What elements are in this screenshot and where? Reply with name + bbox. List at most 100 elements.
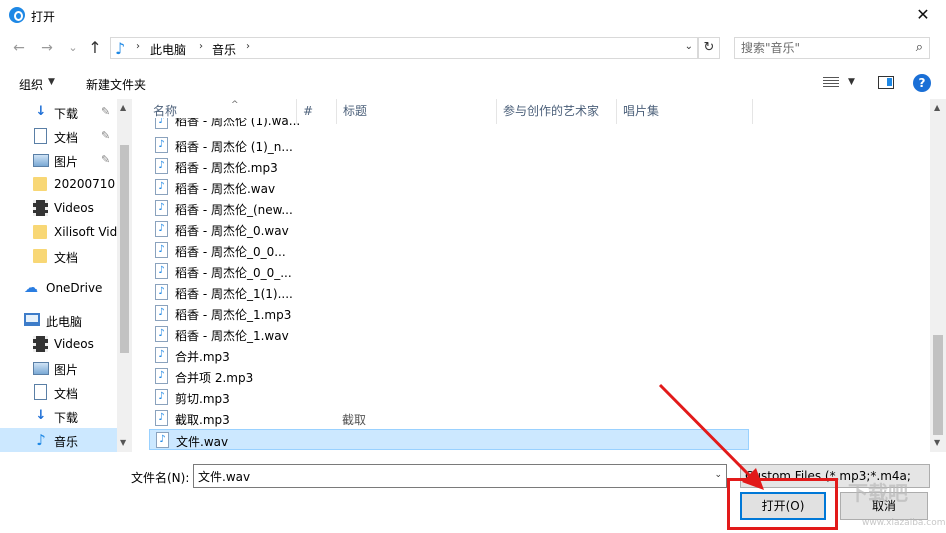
help-icon[interactable]: ?: [913, 74, 931, 92]
file-type-select[interactable]: Custom Files (*.mp3;*.m4a;*.wav) ⌄: [740, 464, 930, 488]
search-box[interactable]: ⌕: [734, 37, 930, 59]
file-row[interactable]: ♪ 合并项 2.mp3: [149, 366, 749, 387]
scrollbar-thumb[interactable]: [933, 335, 943, 435]
breadcrumb-music[interactable]: 音乐: [212, 41, 236, 58]
forward-arrow-icon[interactable]: →: [38, 38, 56, 58]
chevron-down-icon[interactable]: ⌄: [685, 41, 693, 52]
file-name: 稻香 - 周杰伦_0_0...: [175, 245, 286, 259]
sidebar-item-folder-20200710[interactable]: 20200710: [0, 172, 117, 196]
sidebar-item-pictures[interactable]: 图片 ✎: [0, 148, 117, 172]
search-input[interactable]: [735, 38, 905, 58]
pin-icon[interactable]: ✎: [101, 153, 110, 166]
sidebar-item-this-pc[interactable]: 此电脑: [0, 308, 117, 332]
file-row[interactable]: ♪ 稻香 - 周杰伦_1(1)....: [149, 282, 749, 303]
sidebar-item-docs-folder[interactable]: 文档: [0, 244, 117, 268]
audio-file-icon: ♪: [155, 347, 168, 363]
file-title: 截取: [342, 413, 367, 427]
audio-file-icon: ♪: [155, 410, 168, 426]
file-name: 稻香 - 周杰伦_0.wav: [175, 224, 289, 238]
file-name: 稻香 - 周杰伦_(new...: [175, 203, 293, 217]
chevron-down-icon[interactable]: ⌄: [714, 470, 722, 480]
open-button[interactable]: 打开(O): [740, 492, 826, 520]
back-arrow-icon[interactable]: ←: [10, 38, 28, 58]
breadcrumb-this-pc[interactable]: 此电脑: [150, 41, 186, 58]
file-name: 稻香 - 周杰伦 (1).wa...: [175, 118, 301, 128]
cancel-button[interactable]: 取消: [840, 492, 928, 520]
sidebar-scrollbar[interactable]: ▲ ▼: [117, 99, 132, 452]
organize-button[interactable]: 组织: [19, 76, 43, 93]
sidebar-item-label: OneDrive: [46, 281, 103, 295]
scroll-up-icon[interactable]: ▲: [934, 103, 940, 112]
audio-file-icon: ♪: [155, 221, 168, 237]
file-row[interactable]: ♪ 稻香 - 周杰伦_(new...: [149, 198, 749, 219]
new-folder-button[interactable]: 新建文件夹: [86, 76, 146, 93]
film-icon: [33, 200, 48, 216]
music-icon: ♪: [115, 39, 126, 58]
scroll-up-icon[interactable]: ▲: [120, 103, 126, 112]
file-row[interactable]: ♪ 稻香 - 周杰伦 (1).wa...: [149, 118, 749, 132]
sidebar-item-videos[interactable]: Videos: [0, 196, 117, 220]
sidebar-item-documents-pc[interactable]: 文档: [0, 380, 117, 404]
filename-input[interactable]: [194, 465, 699, 487]
sidebar-item-pictures-pc[interactable]: 图片: [0, 356, 117, 380]
sidebar-item-xilisoft[interactable]: Xilisoft Vid: [0, 220, 117, 244]
sidebar-item-downloads[interactable]: ↓ 下载 ✎: [0, 100, 117, 124]
file-row[interactable]: ♪ 稻香 - 周杰伦_0_0_...: [149, 261, 749, 282]
file-name: 稻香 - 周杰伦_1.mp3: [175, 308, 292, 322]
file-list-scrollbar[interactable]: ▲ ▼: [930, 99, 946, 452]
chevron-right-icon[interactable]: ›: [246, 41, 250, 52]
scroll-down-icon[interactable]: ▼: [120, 438, 126, 447]
address-bar[interactable]: ♪ › 此电脑 › 音乐 › ⌄: [110, 37, 698, 59]
search-icon[interactable]: ⌕: [916, 40, 923, 55]
file-row[interactable]: ♪ 稻香 - 周杰伦_0.wav: [149, 219, 749, 240]
column-label: 名称: [153, 104, 178, 118]
audio-file-icon: ♪: [155, 200, 168, 216]
chevron-down-icon[interactable]: ⌄: [745, 470, 911, 480]
file-row[interactable]: ♪ 稻香 - 周杰伦_0_0...: [149, 240, 749, 261]
chevron-right-icon[interactable]: ›: [136, 41, 140, 52]
sidebar-item-label: Videos: [54, 201, 94, 215]
view-options-icon[interactable]: [823, 76, 839, 89]
sidebar-item-onedrive[interactable]: ☁ OneDrive: [0, 276, 117, 300]
scroll-down-icon[interactable]: ▼: [934, 438, 940, 447]
filename-field[interactable]: ⌄: [193, 464, 727, 488]
file-list: 名称 ^ # 标题 参与创作的艺术家 唱片集 ♪ 稻香 - 周杰伦 (1).wa…: [133, 99, 930, 452]
download-icon: ↓: [35, 104, 47, 119]
file-row[interactable]: ♪ 稻香 - 周杰伦.mp3: [149, 156, 749, 177]
sidebar-item-documents[interactable]: 文档 ✎: [0, 124, 117, 148]
sidebar-item-label: 此电脑: [46, 315, 83, 329]
filename-label: 文件名(N):: [131, 471, 190, 485]
file-row[interactable]: ♪ 截取.mp3 截取: [149, 408, 749, 429]
caret-down-icon[interactable]: ▼: [848, 77, 855, 87]
recent-locations-icon[interactable]: ⌄: [64, 38, 82, 58]
audio-file-icon: ♪: [155, 284, 168, 300]
chevron-right-icon[interactable]: ›: [199, 41, 203, 52]
file-row[interactable]: ♪ 合并.mp3: [149, 345, 749, 366]
close-button[interactable]: ✕: [900, 0, 946, 32]
pin-icon[interactable]: ✎: [101, 105, 110, 118]
download-icon: ↓: [35, 408, 47, 423]
sidebar-item-music[interactable]: ♪ 音乐: [0, 428, 117, 452]
command-bar: 组织 ▼ 新建文件夹 ▼ ?: [0, 70, 946, 98]
scrollbar-thumb[interactable]: [120, 145, 129, 353]
file-row[interactable]: ♪ 剪切.mp3: [149, 387, 749, 408]
refresh-button[interactable]: ↻: [698, 37, 720, 59]
file-name: 稻香 - 周杰伦.mp3: [175, 161, 278, 175]
file-row[interactable]: ♪ 稻香 - 周杰伦.wav: [149, 177, 749, 198]
sidebar-item-videos-pc[interactable]: Videos: [0, 332, 117, 356]
up-arrow-icon[interactable]: ↑: [86, 38, 104, 58]
sidebar-item-label: 文档: [54, 131, 79, 145]
file-name: 稻香 - 周杰伦_0_0_...: [175, 266, 292, 280]
sidebar-item-downloads-pc[interactable]: ↓ 下载: [0, 404, 117, 428]
caret-down-icon[interactable]: ▼: [48, 77, 55, 87]
audio-file-icon: ♪: [155, 305, 168, 321]
folder-icon: [33, 177, 47, 191]
file-row[interactable]: ♪ 稻香 - 周杰伦_1.mp3: [149, 303, 749, 324]
folder-icon: [33, 249, 47, 263]
file-row[interactable]: ♪ 稻香 - 周杰伦 (1)_n...: [149, 135, 749, 156]
file-row[interactable]: ♪ 稻香 - 周杰伦_1.wav: [149, 324, 749, 345]
file-row-selected[interactable]: ♪ 文件.wav: [149, 429, 749, 450]
preview-pane-icon[interactable]: [878, 76, 894, 89]
picture-icon: [33, 154, 49, 167]
pin-icon[interactable]: ✎: [101, 129, 110, 142]
